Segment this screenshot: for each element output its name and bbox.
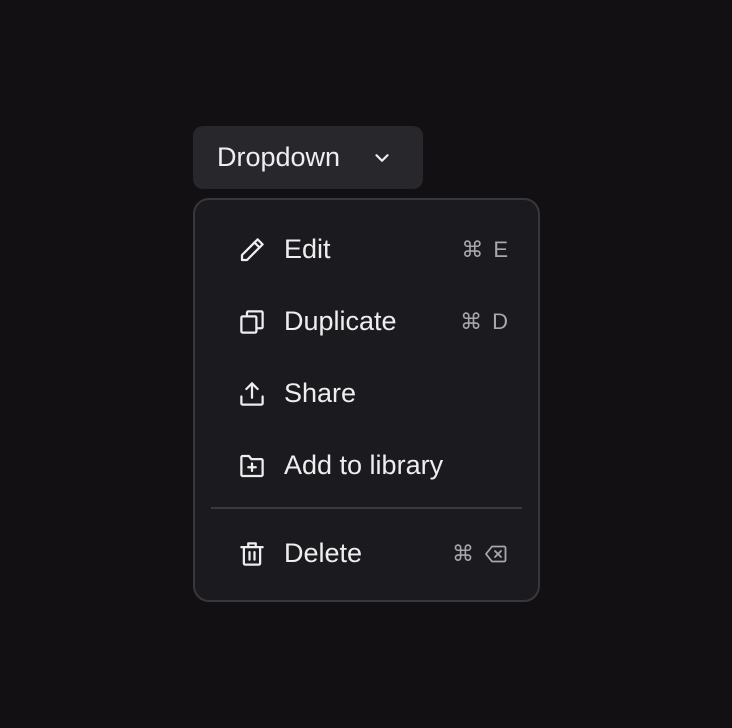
menu-item-label: Edit xyxy=(284,234,331,264)
pencil-icon xyxy=(237,235,267,265)
menu-item-label: Delete xyxy=(284,538,363,568)
command-key-glyph: ⌘ xyxy=(461,237,484,262)
menu-divider xyxy=(211,507,522,509)
dropdown-trigger-button[interactable]: Dropdown xyxy=(193,126,423,189)
trash-icon xyxy=(237,539,267,569)
chevron-down-icon xyxy=(371,147,393,169)
menu-item-label: Share xyxy=(284,378,357,408)
canvas: Dropdown Edit ⌘ E Duplicate ⌘ D Share Ad… xyxy=(0,0,732,728)
shortcut-key: E xyxy=(493,237,508,262)
menu-item-share[interactable]: Share xyxy=(211,362,522,424)
shortcut-key: D xyxy=(492,309,508,334)
keyboard-shortcut: ⌘ xyxy=(452,540,508,568)
folder-plus-icon xyxy=(237,451,267,481)
menu-item-duplicate[interactable]: Duplicate ⌘ D xyxy=(211,290,522,352)
keyboard-shortcut: ⌘ D xyxy=(460,308,508,336)
copy-icon xyxy=(237,307,267,337)
backspace-icon xyxy=(484,543,508,565)
command-key-glyph: ⌘ xyxy=(452,541,474,566)
menu-item-label: Add to library xyxy=(284,450,444,480)
menu-item-edit[interactable]: Edit ⌘ E xyxy=(211,218,522,280)
dropdown-menu: Edit ⌘ E Duplicate ⌘ D Share Add to libr… xyxy=(193,198,540,602)
command-key-glyph: ⌘ xyxy=(460,309,483,334)
menu-item-delete[interactable]: Delete ⌘ xyxy=(211,522,522,584)
menu-item-label: Duplicate xyxy=(284,306,397,336)
menu-item-add-to-library[interactable]: Add to library xyxy=(211,434,522,496)
share-upload-icon xyxy=(237,379,267,409)
dropdown-trigger-label: Dropdown xyxy=(217,142,341,172)
keyboard-shortcut: ⌘ E xyxy=(461,236,508,264)
